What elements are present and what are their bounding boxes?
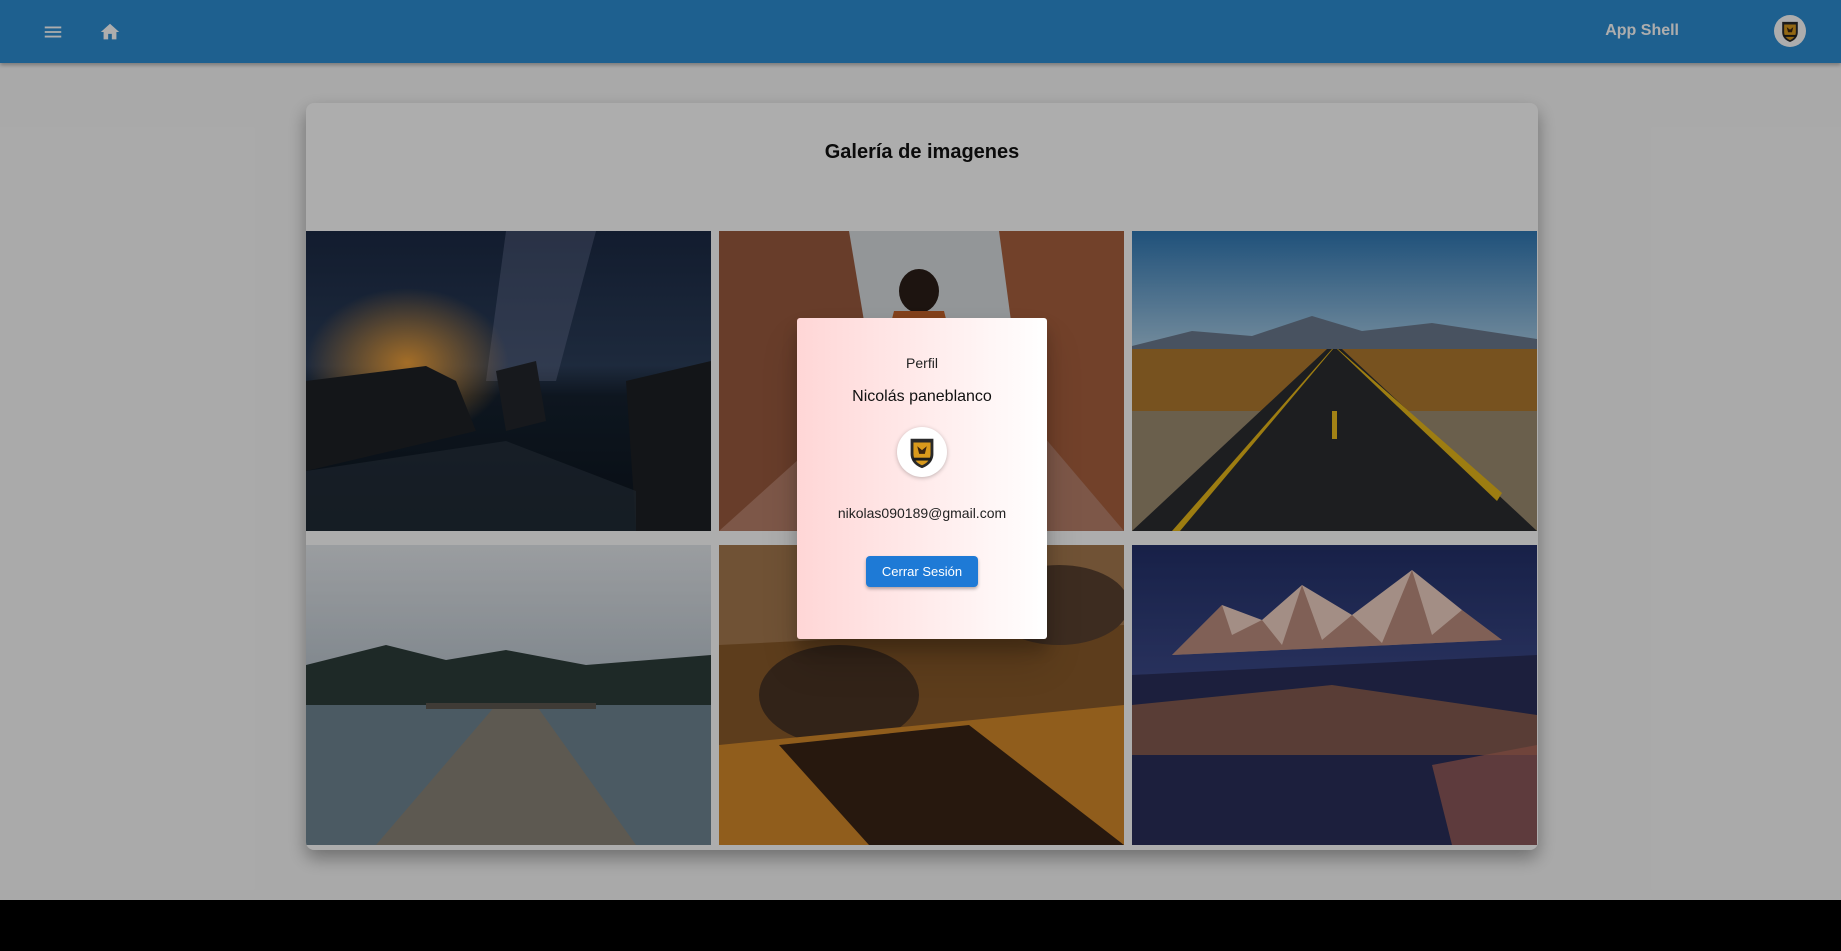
user-name: Nicolás paneblanco <box>852 388 992 405</box>
avatar-badge-icon <box>910 438 934 469</box>
avatar <box>897 427 947 477</box>
profile-dialog: Perfil Nicolás paneblanco nikolas090189@… <box>797 318 1047 639</box>
logout-button[interactable]: Cerrar Sesión <box>866 556 978 587</box>
dialog-heading: Perfil <box>906 355 938 371</box>
bottom-bar <box>0 900 1841 951</box>
user-email: nikolas090189@gmail.com <box>837 505 1007 521</box>
